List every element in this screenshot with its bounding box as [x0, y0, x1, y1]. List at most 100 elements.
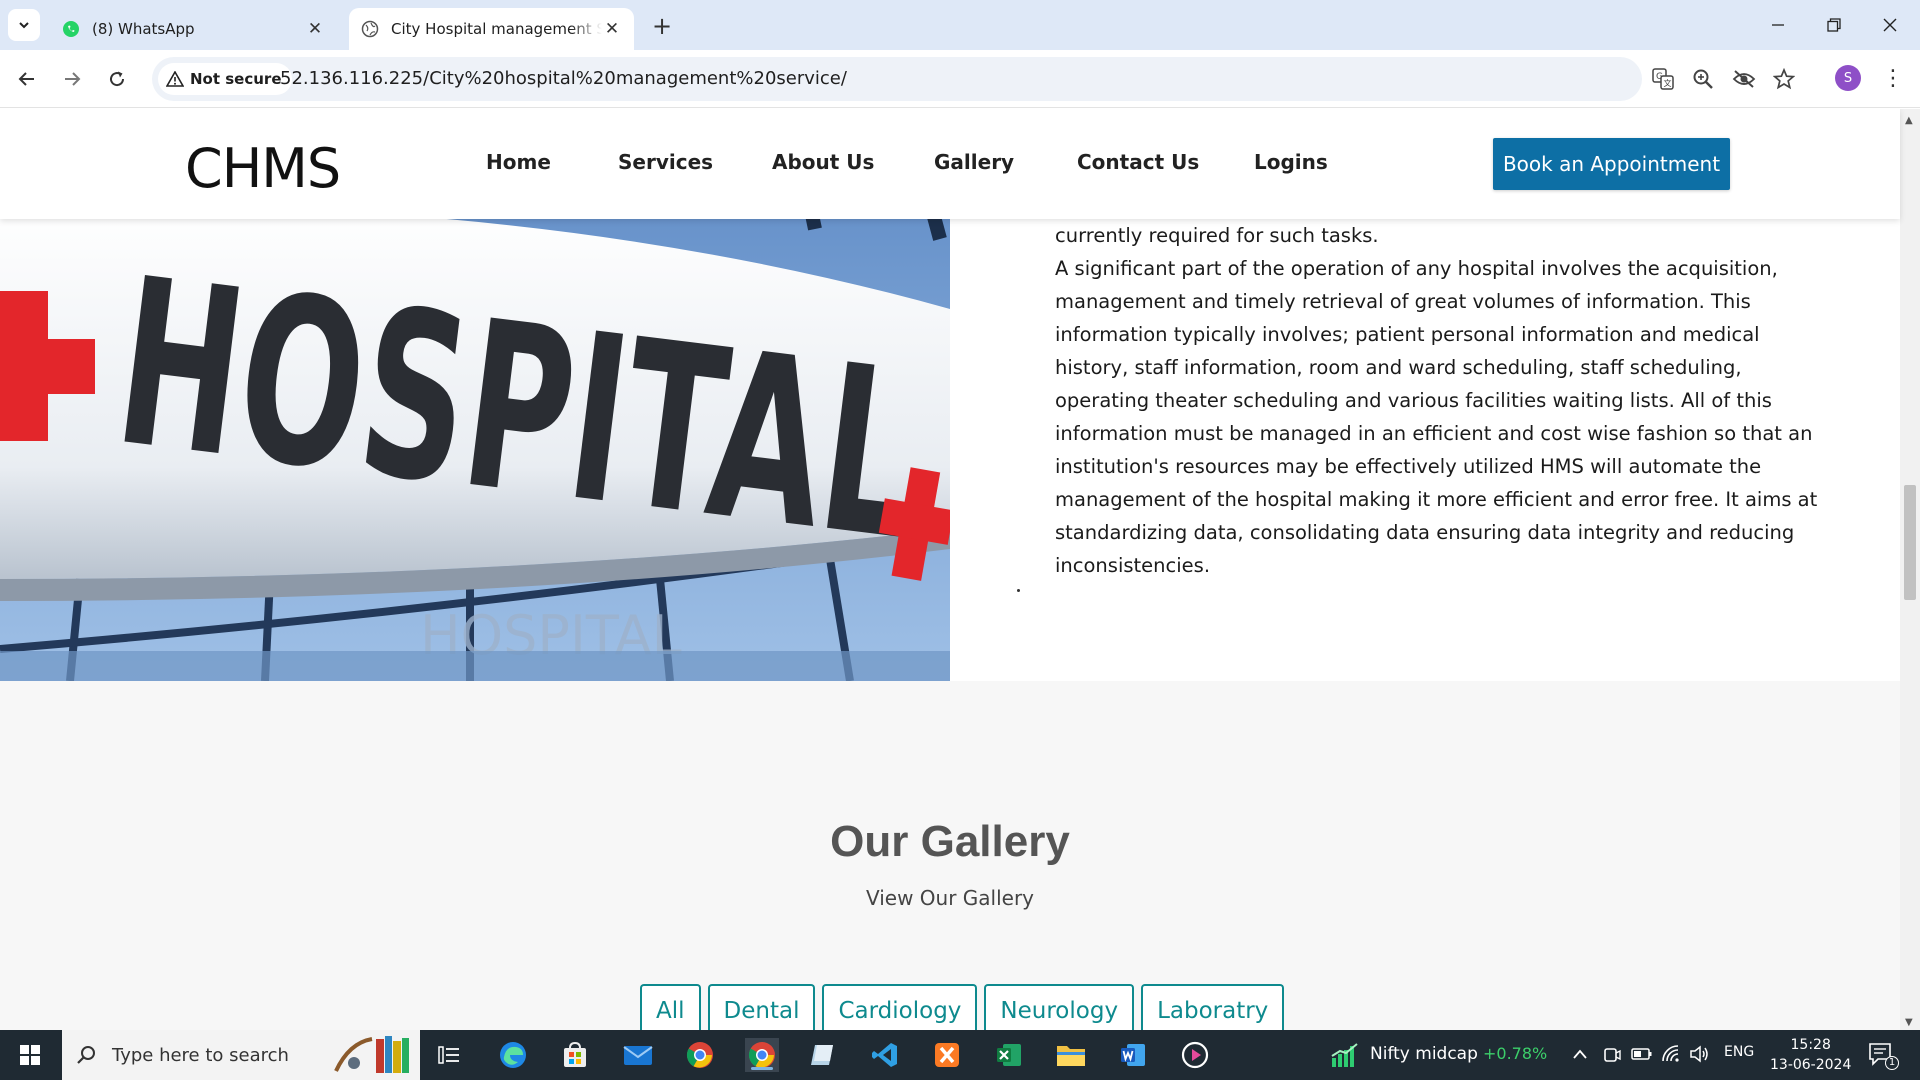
widget-label[interactable]: Nifty midcap [1370, 1044, 1478, 1064]
filter-dental[interactable]: Dental [707, 984, 816, 1030]
restore-button[interactable] [1806, 0, 1862, 50]
taskbar-store[interactable] [558, 1038, 592, 1072]
filter-all[interactable]: All [640, 984, 701, 1030]
wifi-icon[interactable] [1661, 1044, 1681, 1064]
more-menu-icon[interactable]: ⋮ [1882, 64, 1904, 92]
filter-laboratry[interactable]: Laboratry [1141, 984, 1285, 1030]
tab-hospital[interactable]: City Hospital management Syst ✕ [349, 8, 634, 50]
tab-title: City Hospital management Syst [391, 20, 602, 38]
running-indicator [751, 1067, 773, 1070]
taskbar-file-explorer[interactable] [1054, 1038, 1088, 1072]
chrome-icon [748, 1042, 775, 1068]
xampp-icon [935, 1043, 959, 1067]
chevron-up-icon[interactable] [1572, 1048, 1588, 1060]
store-icon [564, 1041, 586, 1067]
taskbar: Type here to search Nifty midcap +0.78% … [0, 1030, 1920, 1080]
edge-icon [500, 1042, 526, 1068]
about-paragraph: A significant part of the operation of a… [1055, 257, 1818, 577]
taskbar-search[interactable]: Type here to search [62, 1030, 420, 1080]
translate-button[interactable]: G文 [1651, 67, 1675, 91]
start-button[interactable] [13, 1038, 47, 1072]
tab-whatsapp[interactable]: (8) WhatsApp ✕ [50, 8, 337, 50]
nav-logins[interactable]: Logins [1254, 150, 1328, 174]
tracking-protection-button[interactable] [1732, 67, 1756, 91]
folder-icon [1057, 1046, 1085, 1066]
site-info-chip[interactable]: Not secure [158, 63, 292, 95]
taskbar-notes[interactable] [806, 1038, 840, 1072]
widget-delta: +0.78% [1483, 1044, 1548, 1063]
minimize-button[interactable] [1750, 0, 1806, 50]
task-view-icon [438, 1046, 459, 1064]
browser-toolbar: Not secure 52.136.116.225/City%20hospita… [0, 50, 1920, 108]
clock[interactable]: 15:28 13-06-2024 [1770, 1035, 1851, 1075]
reload-icon [110, 71, 125, 87]
zoom-button[interactable] [1691, 67, 1715, 91]
volume-icon[interactable] [1689, 1045, 1709, 1063]
gallery-filters: All Dental Cardiology Neurology Laboratr… [640, 984, 1285, 1030]
taskbar-media-player[interactable] [1178, 1038, 1212, 1072]
close-icon [1883, 18, 1897, 32]
close-window-button[interactable] [1862, 0, 1918, 50]
nav-gallery[interactable]: Gallery [934, 150, 1014, 174]
whatsapp-icon [63, 21, 79, 37]
svg-text:文: 文 [1664, 78, 1672, 88]
chrome-icon [686, 1042, 713, 1068]
book-appointment-button[interactable]: Book an Appointment [1493, 138, 1730, 190]
translate-icon: G文 [1652, 68, 1674, 90]
language-indicator[interactable]: ENG [1724, 1044, 1754, 1060]
taskbar-vscode[interactable] [868, 1038, 902, 1072]
back-button[interactable] [10, 62, 44, 96]
scroll-down-icon[interactable]: ▼ [1905, 1017, 1913, 1028]
arrow-left-icon [18, 72, 34, 86]
new-tab-button[interactable]: + [648, 12, 676, 40]
clock-date: 13-06-2024 [1770, 1057, 1852, 1073]
site-header: CHMS Home Services About Us Gallery Cont… [0, 109, 1900, 219]
battery-icon[interactable] [1631, 1047, 1653, 1061]
stock-chart-icon[interactable] [1330, 1042, 1360, 1068]
nav-home[interactable]: Home [486, 150, 551, 174]
scroll-up-icon[interactable]: ▲ [1905, 115, 1913, 126]
filter-neurology[interactable]: Neurology [984, 984, 1135, 1030]
taskbar-chrome[interactable] [683, 1038, 717, 1072]
search-highlight-icon [334, 1036, 409, 1073]
tab-search-button[interactable] [8, 9, 40, 41]
notification-badge: 1 [1885, 1056, 1899, 1070]
notification-center-button[interactable]: 1 [1868, 1041, 1899, 1071]
nav-services[interactable]: Services [618, 150, 713, 174]
scrollbar-thumb[interactable] [1904, 485, 1916, 600]
task-view-button[interactable] [432, 1038, 466, 1072]
eye-off-icon [1732, 70, 1756, 88]
clock-time: 15:28 [1790, 1037, 1831, 1053]
forward-button[interactable] [55, 62, 89, 96]
close-tab-icon[interactable]: ✕ [305, 19, 325, 39]
profile-avatar[interactable]: S [1835, 65, 1861, 91]
taskbar-excel[interactable] [992, 1038, 1026, 1072]
decorative-dot [1017, 589, 1020, 592]
address-bar[interactable]: Not secure 52.136.116.225/City%20hospita… [152, 57, 1795, 101]
taskbar-xampp[interactable] [930, 1038, 964, 1072]
page-scrollbar[interactable]: ▲ ▼ [1900, 109, 1920, 1030]
nav-contact-us[interactable]: Contact Us [1077, 150, 1199, 174]
page-viewport: HOSPITAL HOSPITAL currently required for… [0, 109, 1920, 1030]
taskbar-mail[interactable] [621, 1038, 655, 1072]
search-icon [77, 1046, 95, 1064]
restore-icon [1827, 18, 1841, 32]
site-logo[interactable]: CHMS [185, 137, 341, 200]
reload-button[interactable] [100, 62, 134, 96]
url-text[interactable]: 52.136.116.225/City%20hospital%20managem… [280, 68, 847, 89]
taskbar-edge[interactable] [496, 1038, 530, 1072]
filter-cardiology[interactable]: Cardiology [822, 984, 978, 1030]
minimize-icon [1772, 24, 1784, 26]
about-paragraph-end: currently required for such tasks. [1055, 224, 1379, 247]
gallery-subtitle: View Our Gallery [865, 886, 1035, 910]
windows-icon [20, 1045, 40, 1065]
close-tab-icon[interactable]: ✕ [602, 19, 622, 39]
play-icon [1181, 1041, 1209, 1069]
meet-now-icon[interactable] [1603, 1045, 1621, 1065]
star-icon [1773, 68, 1795, 90]
nav-about-us[interactable]: About Us [772, 150, 874, 174]
bookmark-button[interactable] [1772, 67, 1796, 91]
zoom-icon [1693, 69, 1713, 89]
taskbar-chrome-active[interactable] [745, 1038, 779, 1072]
taskbar-word[interactable] [1116, 1038, 1150, 1072]
